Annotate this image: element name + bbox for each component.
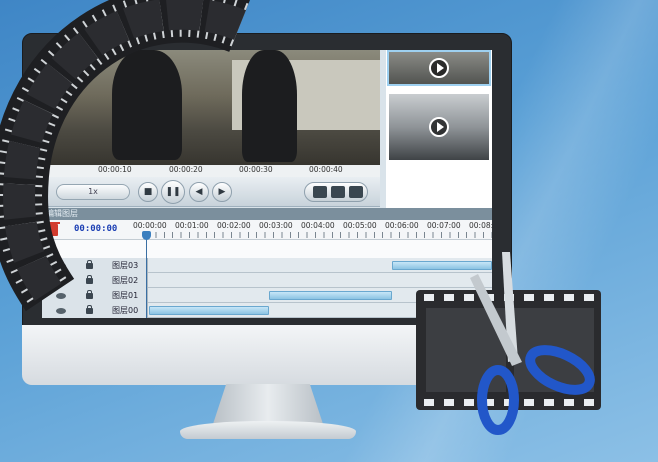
next-frame-button[interactable]: ▶ [212,182,232,202]
folder-icon[interactable] [349,186,363,198]
track-name: 图层03 [112,261,139,270]
track-header: 图层01 [42,288,148,303]
time-label: 00:00:00 [133,221,167,230]
clip-thumbnails [386,50,492,208]
prev-frame-button[interactable]: ◀ [189,182,209,202]
stop-button[interactable]: ■ [138,182,158,202]
lock-icon[interactable] [86,305,93,314]
current-time: 00:00:00 [74,224,118,234]
track-header: 图层00 [42,303,148,318]
preview-figure [242,50,297,162]
ruler-label: 00:00:30 [239,165,273,174]
ruler-ticks [147,232,492,238]
preview-ruler[interactable]: 00:00:10 00:00:20 00:00:30 00:00:40 [42,165,380,177]
playback-controls: 1x ■ ❚❚ ◀ ▶ [42,177,380,207]
speed-label: 1x [88,187,98,196]
prev-frame-icon: ◀ [195,187,203,197]
track-clip[interactable] [149,306,269,315]
track-name: 图层01 [112,291,139,300]
timeline-ruler[interactable]: 00:00:00 00:01:00 00:02:00 00:03:00 00:0… [133,220,492,240]
speed-control[interactable]: 1x [56,184,130,200]
time-label: 00:06:00 [385,221,419,230]
track-clip[interactable] [269,291,392,300]
pause-button[interactable]: ❚❚ [161,180,185,204]
time-label: 00:02:00 [217,221,251,230]
eye-icon[interactable] [56,293,66,299]
time-label: 00:05:00 [343,221,377,230]
next-frame-icon: ▶ [218,187,226,197]
time-label: 00:04:00 [301,221,335,230]
monitor-stand-base [180,421,356,439]
lock-icon[interactable] [86,290,93,299]
eye-icon[interactable] [56,308,66,314]
eye-icon[interactable] [56,263,66,269]
section-title: 编辑图层 [46,209,78,218]
ruler-label: 00:00:10 [98,165,132,174]
timeline-header: 编辑图层 [42,208,492,220]
eye-icon[interactable] [56,278,66,284]
output-toolbar [304,182,368,202]
play-icon[interactable] [429,58,449,78]
ruler-label: 00:00:20 [169,165,203,174]
playhead-handle[interactable] [142,231,151,240]
lock-icon[interactable] [86,260,93,269]
video-preview[interactable] [42,50,380,165]
track-name: 图层00 [112,306,139,315]
time-label: 00:03:00 [259,221,293,230]
track-name: 图层02 [112,276,139,285]
playhead-line [146,231,147,318]
lock-icon[interactable] [86,275,93,284]
trash-icon[interactable] [46,222,60,236]
time-label: 00:07:00 [427,221,461,230]
play-icon[interactable] [429,117,449,137]
thumbnail-clip-2[interactable] [387,92,491,162]
pause-icon: ❚❚ [165,187,181,197]
time-label: 00:01:00 [175,221,209,230]
preview-figure [112,50,182,160]
save-icon[interactable] [313,186,327,198]
stop-icon: ■ [143,187,153,197]
scissors-film-decoration [416,252,601,435]
track-header: 图层03 [42,258,148,273]
film-icon[interactable] [331,186,345,198]
thumbnail-clip-1[interactable] [387,50,491,86]
monitor-stand-neck [213,384,323,424]
track-header: 图层02 [42,273,148,288]
ruler-label: 00:00:40 [309,165,343,174]
time-label: 00:08: [469,221,492,230]
